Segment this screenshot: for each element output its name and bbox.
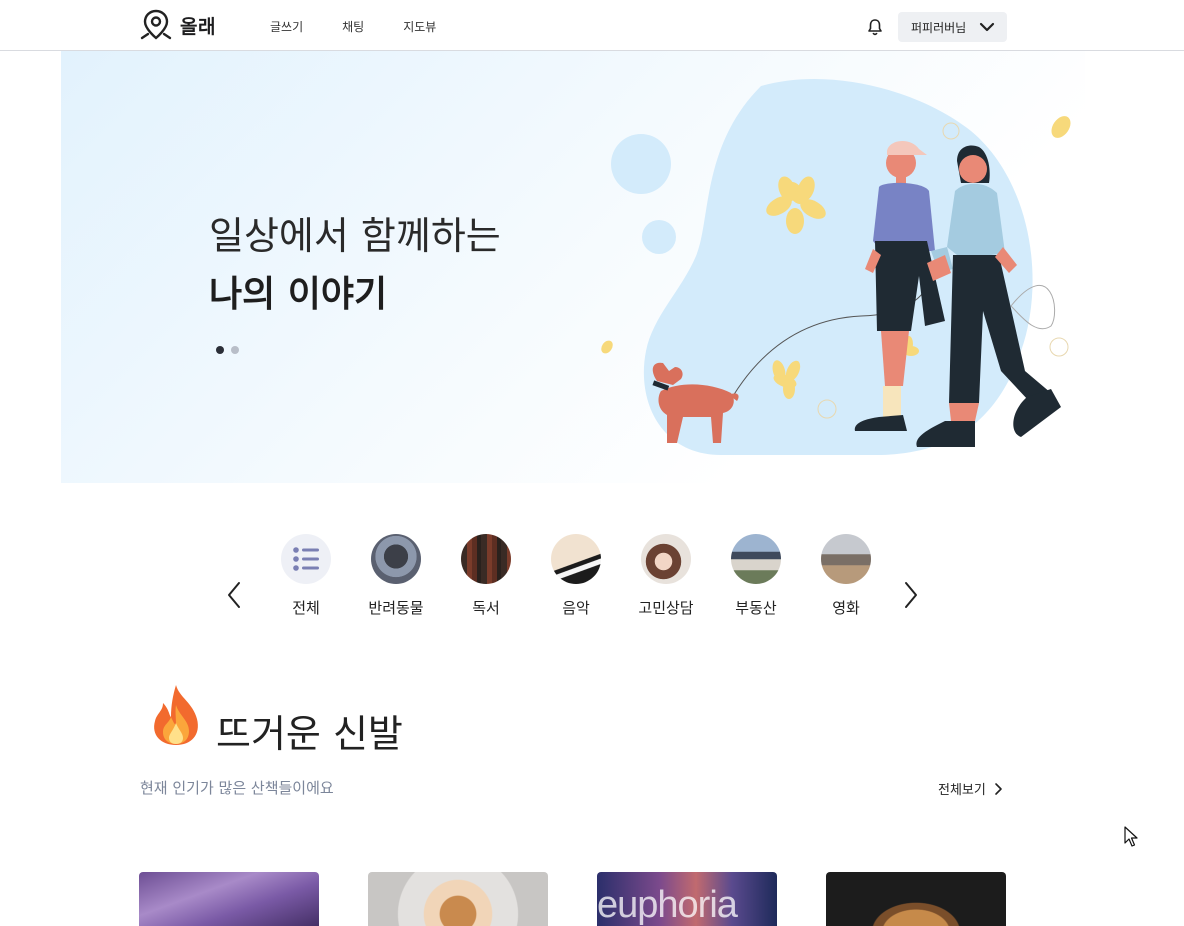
category-all[interactable]: 전체 (261, 534, 351, 618)
section-subtitle: 현재 인기가 많은 산책들이에요 (140, 779, 334, 797)
mouse-cursor-icon (1124, 826, 1138, 847)
category-thumb-pets (371, 534, 421, 584)
category-label: 고민상담 (638, 599, 694, 617)
nav-write[interactable]: 글쓰기 (270, 18, 303, 35)
card-thumb-text: euphoria (597, 884, 738, 926)
category-label: 영화 (832, 599, 860, 617)
category-pets[interactable]: 반려동물 (351, 534, 441, 618)
bell-icon[interactable] (866, 18, 884, 36)
view-all-link[interactable]: 전체보기 (938, 779, 1006, 798)
category-thumb-movie (821, 534, 871, 584)
category-movie[interactable]: 영화 (801, 534, 891, 618)
nav-map-view[interactable]: 지도뷰 (403, 18, 436, 35)
category-label: 음악 (562, 599, 590, 617)
chevron-down-icon (979, 22, 995, 32)
walk-card[interactable] (139, 872, 319, 926)
walk-card[interactable] (826, 872, 1006, 926)
hot-walk-cards: euphoria (139, 872, 1055, 926)
category-thumb-real-estate (731, 534, 781, 584)
category-label: 부동산 (735, 599, 777, 617)
chevron-right-icon (995, 782, 1002, 795)
category-list: 전체 반려동물 독서 음악 고민상담 부동산 영화 (261, 534, 891, 618)
category-counseling[interactable]: 고민상담 (621, 534, 711, 618)
chevron-right-icon[interactable] (901, 580, 921, 610)
user-menu[interactable]: 퍼피러버님 (898, 12, 1007, 42)
category-music[interactable]: 음악 (531, 534, 621, 618)
category-thumb-music (551, 534, 601, 584)
hero-banner[interactable]: 일상에서 함께하는 나의 이야기 (61, 51, 1085, 483)
nav-chat[interactable]: 채팅 (342, 18, 364, 35)
hero-heading-line2: 나의 이야기 (209, 274, 388, 315)
category-real-estate[interactable]: 부동산 (711, 534, 801, 618)
category-thumb-reading (461, 534, 511, 584)
walk-card[interactable] (368, 872, 548, 926)
section-title: 뜨거운 신발 (216, 712, 403, 756)
fire-icon (154, 685, 198, 745)
top-nav-bar: 올래 글쓰기 채팅 지도뷰 퍼피러버님 (0, 0, 1184, 51)
category-reading[interactable]: 독서 (441, 534, 531, 618)
category-label: 전체 (292, 599, 320, 617)
user-name: 퍼피러버님 (911, 20, 967, 35)
main-nav: 글쓰기 채팅 지도뷰 (270, 18, 475, 35)
chevron-left-icon[interactable] (224, 580, 244, 610)
carousel-dot-2[interactable] (231, 346, 239, 354)
logo-text: 올래 (180, 15, 216, 38)
list-icon (281, 534, 331, 584)
logo[interactable]: 올래 (139, 8, 216, 42)
category-label: 반려동물 (368, 599, 424, 617)
category-label: 독서 (472, 599, 500, 617)
category-thumb-counseling (641, 534, 691, 584)
carousel-dot-1[interactable] (216, 346, 224, 354)
map-pin-icon (140, 9, 172, 40)
view-all-label: 전체보기 (938, 783, 986, 798)
carousel-dots (216, 346, 246, 354)
walk-card[interactable]: euphoria (597, 872, 777, 926)
hero-heading-line1: 일상에서 함께하는 (209, 214, 501, 258)
